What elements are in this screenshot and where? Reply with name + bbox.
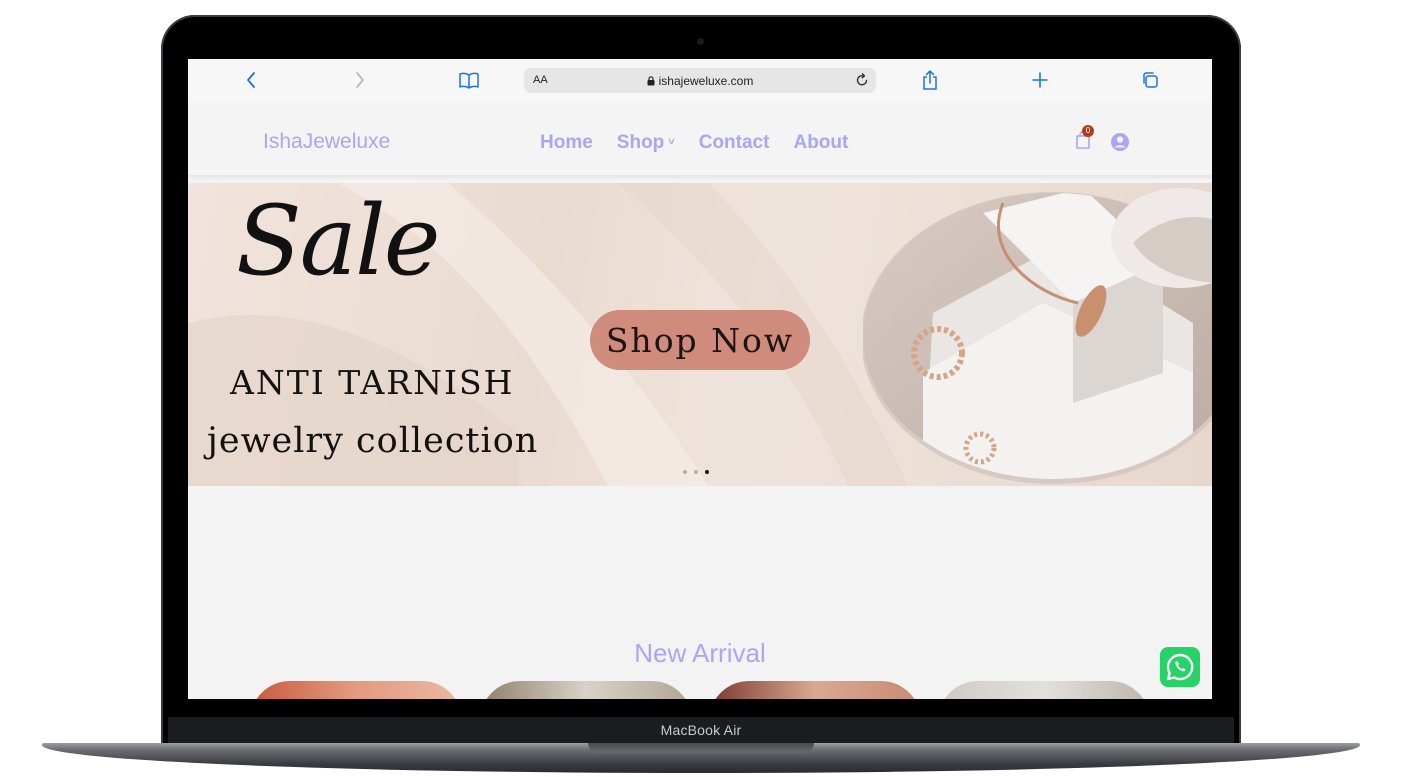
user-account-icon[interactable] [1110, 132, 1130, 157]
reload-icon[interactable] [854, 72, 870, 93]
camera [697, 38, 704, 45]
product-thumbnails [188, 681, 1212, 699]
carousel-dot[interactable] [694, 470, 698, 474]
back-icon[interactable] [239, 68, 263, 92]
chevron-down-icon: ˅ [668, 136, 675, 148]
cart-count-badge: 0 [1082, 125, 1094, 137]
nav-contact[interactable]: Contact [699, 132, 770, 154]
hero-banner[interactable]: Sale ANTI TARNISH jewelry collection Sho… [188, 183, 1212, 486]
main-nav: Home Shop ˅ Contact About [540, 132, 848, 154]
product-card[interactable] [938, 681, 1150, 699]
screen: AA ishajeweluxe.com IshaJeweluxe Home Sh… [188, 59, 1212, 699]
new-arrival-title: New Arrival [634, 638, 766, 668]
nav-about[interactable]: About [793, 132, 848, 154]
product-card[interactable] [250, 681, 462, 699]
bookmarks-icon[interactable] [457, 68, 481, 92]
site-logo[interactable]: IshaJeweluxe [263, 130, 390, 154]
url-display: ishajeweluxe.com [524, 74, 876, 88]
nav-shop[interactable]: Shop ˅ [617, 132, 675, 154]
forward-icon[interactable] [348, 68, 372, 92]
carousel-dot-active[interactable] [705, 470, 709, 474]
tabs-icon[interactable] [1138, 68, 1162, 92]
hero-headline: ANTI TARNISH [230, 363, 515, 402]
device-label: MacBook Air [660, 722, 742, 738]
address-bar[interactable]: AA ishajeweluxe.com [524, 68, 876, 93]
hero-subheadline: jewelry collection [207, 421, 539, 461]
product-card[interactable] [480, 681, 692, 699]
product-card[interactable] [709, 681, 921, 699]
carousel-indicators [683, 470, 709, 474]
whatsapp-icon[interactable] [1160, 647, 1200, 687]
nav-shop-label: Shop [616, 132, 665, 153]
jewelry-product-image [863, 188, 1212, 484]
laptop-hinge-notch [588, 743, 814, 753]
browser-toolbar: AA ishajeweluxe.com [188, 59, 1212, 102]
laptop-chin: MacBook Air [168, 717, 1234, 743]
site-header: IshaJeweluxe Home Shop ˅ Contact About 0 [188, 101, 1212, 176]
carousel-dot[interactable] [683, 470, 687, 474]
new-tab-icon[interactable] [1028, 68, 1052, 92]
shop-now-button[interactable]: Shop Now [590, 310, 810, 370]
nav-home[interactable]: Home [540, 132, 593, 154]
share-icon[interactable] [918, 68, 942, 92]
url-text: ishajeweluxe.com [658, 74, 754, 88]
lock-icon [647, 76, 655, 86]
sale-script-heading: Sale [236, 185, 441, 297]
